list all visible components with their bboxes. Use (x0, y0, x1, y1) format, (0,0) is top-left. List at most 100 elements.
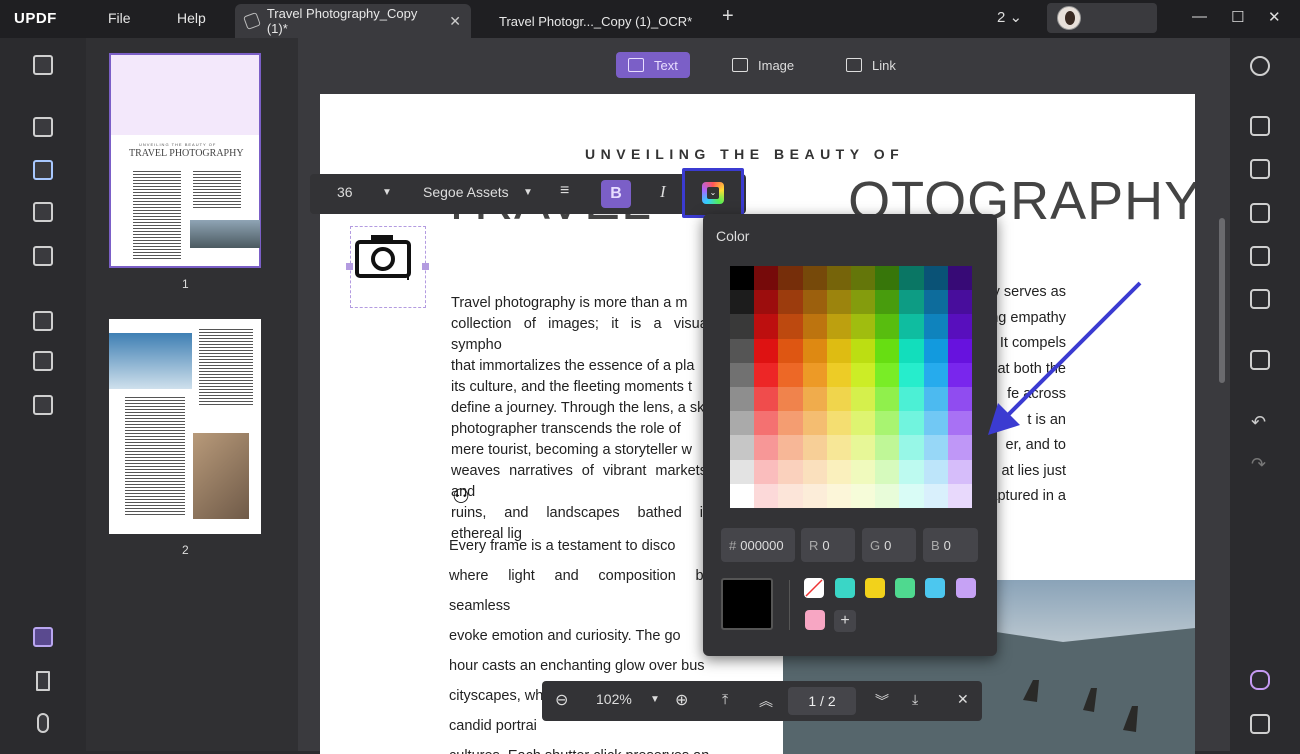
palette-color-cell[interactable] (827, 484, 851, 508)
palette-color-cell[interactable] (924, 460, 948, 484)
bold-button[interactable]: B (601, 180, 631, 208)
ocr-icon[interactable] (1250, 116, 1270, 136)
palette-color-cell[interactable] (875, 387, 899, 411)
palette-color-cell[interactable] (778, 411, 802, 435)
italic-button[interactable]: I (660, 182, 666, 202)
protect-icon[interactable] (1250, 203, 1270, 223)
add-image-button[interactable]: Image (720, 52, 806, 78)
color-palette-grid[interactable] (730, 266, 972, 508)
palette-color-cell[interactable] (803, 290, 827, 314)
custom-color-swatch[interactable] (805, 610, 825, 630)
palette-color-cell[interactable] (899, 266, 923, 290)
palette-color-cell[interactable] (899, 290, 923, 314)
palette-color-cell[interactable] (730, 411, 754, 435)
palette-color-cell[interactable] (778, 460, 802, 484)
palette-color-cell[interactable] (778, 339, 802, 363)
reader-icon[interactable] (30, 52, 56, 78)
close-window-icon[interactable]: ✕ (1268, 8, 1281, 26)
palette-color-cell[interactable] (803, 363, 827, 387)
font-family-select[interactable]: Segoe Assets (423, 184, 509, 200)
tab-document-1[interactable]: Travel Photography_Copy (1)* ✕ (235, 4, 471, 38)
palette-color-cell[interactable] (803, 387, 827, 411)
edit-pdf-icon[interactable] (30, 157, 56, 183)
palette-color-cell[interactable] (827, 363, 851, 387)
palette-color-cell[interactable] (924, 435, 948, 459)
minimize-icon[interactable]: — (1192, 8, 1207, 25)
palette-color-cell[interactable] (924, 363, 948, 387)
palette-color-cell[interactable] (730, 484, 754, 508)
palette-color-cell[interactable] (778, 266, 802, 290)
palette-color-cell[interactable] (851, 484, 875, 508)
palette-color-cell[interactable] (924, 266, 948, 290)
palette-color-cell[interactable] (924, 339, 948, 363)
palette-color-cell[interactable] (730, 339, 754, 363)
palette-color-cell[interactable] (754, 290, 778, 314)
palette-color-cell[interactable] (754, 314, 778, 338)
palette-color-cell[interactable] (924, 290, 948, 314)
palette-color-cell[interactable] (730, 266, 754, 290)
palette-color-cell[interactable] (948, 266, 972, 290)
palette-color-cell[interactable] (827, 266, 851, 290)
palette-color-cell[interactable] (851, 387, 875, 411)
palette-color-cell[interactable] (778, 484, 802, 508)
palette-color-cell[interactable] (778, 290, 802, 314)
palette-color-cell[interactable] (899, 314, 923, 338)
account-box[interactable] (1047, 3, 1157, 33)
palette-color-cell[interactable] (730, 363, 754, 387)
palette-color-cell[interactable] (827, 387, 851, 411)
font-size-select[interactable]: 36 (337, 184, 353, 200)
custom-color-swatch[interactable] (865, 578, 885, 598)
maximize-icon[interactable]: ☐ (1231, 8, 1244, 26)
palette-color-cell[interactable] (778, 387, 802, 411)
palette-color-cell[interactable] (754, 339, 778, 363)
palette-color-cell[interactable] (827, 435, 851, 459)
bookmark-icon[interactable] (30, 668, 56, 694)
palette-color-cell[interactable] (948, 290, 972, 314)
palette-color-cell[interactable] (803, 266, 827, 290)
red-input[interactable]: R0 (801, 528, 855, 562)
palette-color-cell[interactable] (730, 387, 754, 411)
convert-pdf-icon[interactable] (1250, 159, 1270, 179)
custom-color-swatch[interactable] (835, 578, 855, 598)
ai-assistant-icon[interactable] (1250, 670, 1270, 690)
palette-color-cell[interactable] (899, 387, 923, 411)
palette-color-cell[interactable] (827, 411, 851, 435)
palette-color-cell[interactable] (754, 387, 778, 411)
palette-color-cell[interactable] (899, 411, 923, 435)
palette-color-cell[interactable] (899, 363, 923, 387)
palette-color-cell[interactable] (948, 314, 972, 338)
palette-color-cell[interactable] (754, 266, 778, 290)
custom-color-swatch[interactable] (895, 578, 915, 598)
palette-color-cell[interactable] (899, 435, 923, 459)
first-page-icon[interactable]: ⤒ (722, 691, 728, 708)
last-page-icon[interactable]: ⤓ (912, 691, 918, 708)
palette-color-cell[interactable] (875, 339, 899, 363)
palette-color-cell[interactable] (948, 460, 972, 484)
palette-color-cell[interactable] (827, 460, 851, 484)
palette-color-cell[interactable] (778, 435, 802, 459)
font-family-dropdown-icon[interactable]: ▼ (523, 187, 533, 198)
resize-handle[interactable] (346, 263, 353, 270)
palette-color-cell[interactable] (851, 339, 875, 363)
vertical-scrollbar[interactable] (1219, 218, 1225, 383)
palette-color-cell[interactable] (851, 314, 875, 338)
palette-color-cell[interactable] (948, 363, 972, 387)
resize-handle[interactable] (422, 263, 429, 270)
redo-icon[interactable]: ↷ (1251, 454, 1266, 475)
palette-color-cell[interactable] (948, 387, 972, 411)
palette-color-cell[interactable] (730, 460, 754, 484)
palette-color-cell[interactable] (827, 290, 851, 314)
search-icon[interactable] (1250, 56, 1270, 76)
zoom-level[interactable]: 102% (596, 691, 632, 707)
text-color-button[interactable]: ⌄ (682, 168, 744, 218)
align-icon[interactable]: ≡ (560, 182, 569, 200)
palette-color-cell[interactable] (948, 484, 972, 508)
comment-list-icon[interactable] (1250, 714, 1270, 734)
crop-icon[interactable] (30, 348, 56, 374)
page-number-field[interactable]: 1 / 2 (788, 687, 856, 715)
palette-color-cell[interactable] (948, 435, 972, 459)
font-size-dropdown-icon[interactable]: ▼ (382, 187, 392, 198)
palette-color-cell[interactable] (875, 290, 899, 314)
palette-color-cell[interactable] (730, 314, 754, 338)
undo-icon[interactable]: ↶ (1251, 412, 1266, 433)
